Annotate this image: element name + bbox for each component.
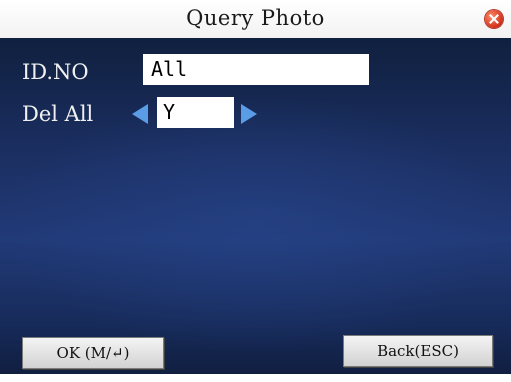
- bottom-strip: [0, 374, 511, 382]
- id-no-label: ID.NO: [22, 60, 89, 84]
- screen: Query Photo ID.NO All Del All Y OK (M/↵)…: [0, 0, 511, 382]
- close-icon[interactable]: [485, 10, 503, 28]
- del-all-value[interactable]: Y: [157, 97, 234, 128]
- ok-button[interactable]: OK (M/↵): [22, 337, 164, 369]
- arrow-left-icon[interactable]: [132, 104, 148, 124]
- back-button[interactable]: Back(ESC): [343, 335, 493, 367]
- window-title: Query Photo: [186, 6, 325, 30]
- id-no-input[interactable]: All: [143, 54, 369, 85]
- title-bar: Query Photo: [0, 0, 511, 39]
- del-all-label: Del All: [22, 102, 94, 126]
- arrow-right-icon[interactable]: [241, 104, 257, 124]
- form-panel: ID.NO All Del All Y OK (M/↵) Back(ESC): [0, 38, 511, 374]
